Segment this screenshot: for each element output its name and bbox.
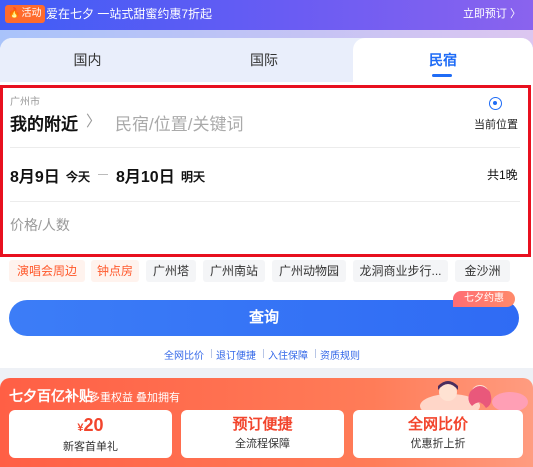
quick-tag-chip[interactable]: 钟点房 [91, 260, 139, 282]
separator [315, 349, 316, 358]
benefit-label: 新客首单礼 [63, 441, 118, 453]
quick-tag-chip[interactable]: 演唱会周边 [9, 260, 85, 282]
book-now-link[interactable]: 立即预订 〉 [463, 6, 521, 22]
guarantee-rules[interactable]: 资质规则 [320, 347, 360, 362]
tab-homestay[interactable]: 民宿 [353, 38, 533, 82]
promo-banner[interactable]: 🔥 活动 爱在七夕 一站式甜蜜约惠7折起 立即预订 〉 [0, 0, 533, 30]
qixi-promo-tag: 七夕约惠 [453, 291, 515, 307]
benefit-easy-booking[interactable]: 预订便捷 全流程保障 [181, 410, 344, 458]
benefit-amount: ¥20 [77, 415, 104, 435]
guarantee-price-compare[interactable]: 全网比价 [164, 347, 204, 362]
couple-illustration-icon [420, 381, 528, 414]
benefit-title: 全网比价 [407, 416, 468, 433]
quick-tag-chip[interactable]: 广州动物园 [272, 260, 346, 282]
subsidy-title: 七夕百亿补贴 [9, 388, 93, 404]
quick-tag-chip[interactable]: 龙洞商业步行... [353, 260, 448, 282]
promo-text: 爱在七夕 一站式甜蜜约惠7折起 [46, 7, 213, 21]
search-form-highlight [0, 85, 531, 257]
quick-tag-chip[interactable]: 广州塔 [146, 260, 196, 282]
search-button[interactable]: 查询 [9, 300, 519, 336]
tab-bar: 国内 国际 民宿 [0, 38, 533, 82]
quick-tag-chip[interactable]: 金沙洲 [455, 260, 510, 282]
tab-homestay-label: 民宿 [429, 52, 457, 68]
benefit-new-customer[interactable]: ¥20 新客首单礼 [9, 410, 172, 458]
benefit-label: 优惠折上折 [410, 438, 466, 450]
benefit-title: 预订便捷 [232, 416, 293, 433]
guarantee-checkin[interactable]: 入住保障 [268, 347, 308, 362]
tab-domestic[interactable]: 国内 [0, 38, 175, 82]
subsidy-subtitle: 多重权益 叠加拥有 [89, 392, 181, 404]
tab-international[interactable]: 国际 [175, 38, 353, 82]
guarantee-refund[interactable]: 退订便捷 [216, 347, 256, 362]
separator [263, 349, 264, 358]
separator [211, 349, 212, 358]
flame-icon: 🔥 [8, 8, 21, 19]
activity-badge-label: 活动 [21, 8, 42, 19]
quick-tag-chip[interactable]: 广州南站 [203, 260, 265, 282]
active-tab-indicator [432, 74, 452, 77]
benefit-price-compare[interactable]: 全网比价 优惠折上折 [353, 410, 523, 458]
activity-badge: 🔥 活动 [5, 5, 46, 23]
benefit-label: 全流程保障 [235, 438, 290, 450]
